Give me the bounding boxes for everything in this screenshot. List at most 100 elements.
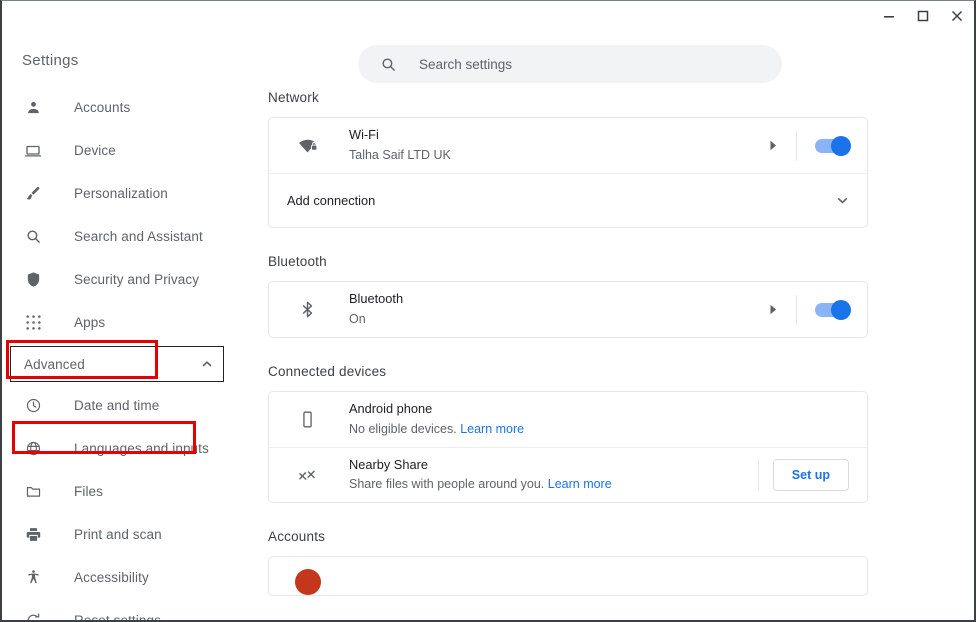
avatar [295,569,321,595]
search-input[interactable] [419,56,749,72]
search-container [358,45,782,83]
sidebar-item-label: Print and scan [74,527,162,542]
sidebar-item-reset-settings[interactable]: Reset settings [2,599,252,622]
sidebar-advanced-label: Advanced [24,356,85,372]
android-phone-status: No eligible devices. [349,421,457,436]
bluetooth-card: Bluetooth On [268,281,868,338]
sidebar-item-label: Languages and inputs [74,441,209,456]
sidebar-item-accessibility[interactable]: Accessibility [2,556,252,599]
sidebar-item-languages-and-inputs[interactable]: Languages and inputs [2,427,252,470]
sidebar-item-label: Accessibility [74,570,149,585]
globe-icon [22,438,44,460]
laptop-icon [22,140,44,162]
sidebar-item-label: Device [74,143,116,158]
chevron-up-icon [201,358,213,370]
person-icon [22,97,44,119]
bluetooth-icon [295,300,319,319]
section-connected-devices: Connected devices Android phone No eligi… [252,364,974,503]
sidebar-item-label: Search and Assistant [74,229,203,244]
nearby-share-subtitle: Share files with people around you. Lear… [349,475,746,494]
brush-icon [22,183,44,205]
nearby-share-title: Nearby Share [349,456,428,472]
android-phone-title: Android phone [349,401,433,417]
sidebar-item-security-and-privacy[interactable]: Security and Privacy [2,258,252,301]
accounts-card [268,556,868,596]
chevron-right-icon[interactable] [769,140,778,151]
add-connection-label: Add connection [287,193,376,208]
sidebar-item-date-and-time[interactable]: Date and time [2,384,252,427]
sidebar-item-accounts[interactable]: Accounts [2,86,252,129]
section-bluetooth: Bluetooth Bluetooth On [252,254,974,338]
reset-icon [22,610,44,620]
account-row[interactable] [269,557,867,595]
add-connection-row[interactable]: Add connection [269,173,867,227]
sidebar-item-label: Files [74,484,104,499]
bluetooth-row[interactable]: Bluetooth On [269,282,867,337]
window-controls [872,1,974,30]
sidebar-item-label: Apps [74,315,106,330]
wifi-toggle[interactable] [815,135,851,156]
settings-sections: Network Wi-Fi Talha Saif LTD UK Add conn… [252,90,974,620]
android-phone-subtitle: No eligible devices. Learn more [349,420,849,439]
bluetooth-title: Bluetooth [349,291,404,307]
sidebar-item-label: Reset settings [74,613,161,622]
maximize-button[interactable] [906,1,940,30]
sidebar-item-label: Security and Privacy [74,272,200,287]
section-network: Network Wi-Fi Talha Saif LTD UK Add conn… [252,90,974,228]
sidebar-item-files[interactable]: Files [2,470,252,513]
toggle-knob [831,299,851,320]
wifi-subtitle: Talha Saif LTD UK [349,147,451,162]
sidebar-nav: Accounts Device Personalization Search a… [2,86,252,622]
sidebar-item-personalization[interactable]: Personalization [2,172,252,215]
section-title: Connected devices [268,364,387,379]
chevron-down-icon[interactable] [836,194,849,207]
wifi-title: Wi-Fi [349,127,379,143]
minimize-button[interactable] [872,1,906,30]
folder-icon [22,481,44,503]
android-phone-row[interactable]: Android phone No eligible devices. Learn… [269,392,867,447]
sidebar: Settings Accounts Device Personalization [2,30,252,620]
sidebar-item-advanced[interactable]: Advanced [10,346,224,382]
wifi-locked-icon [295,135,319,156]
sidebar-item-label: Accounts [74,100,131,115]
learn-more-link[interactable]: Learn more [460,422,524,436]
nearby-share-row[interactable]: Nearby Share Share files with people aro… [269,447,867,502]
page-title: Settings [22,52,79,69]
clock-icon [22,395,44,417]
connected-devices-card: Android phone No eligible devices. Learn… [268,391,868,503]
network-card: Wi-Fi Talha Saif LTD UK Add connection [268,117,868,228]
sidebar-item-label: Personalization [74,186,168,201]
close-button[interactable] [940,1,974,30]
accessibility-icon [22,567,44,589]
printer-icon [22,524,44,546]
divider [796,130,797,161]
search-bar[interactable] [358,45,782,83]
divider [757,460,759,490]
wifi-text: Wi-Fi Talha Saif LTD UK [349,126,769,164]
learn-more-link[interactable]: Learn more [548,477,612,491]
sidebar-item-search-and-assistant[interactable]: Search and Assistant [2,215,252,258]
divider [796,294,797,325]
chevron-right-icon[interactable] [769,304,778,315]
search-icon [380,56,397,73]
search-icon [22,226,44,248]
sidebar-item-device[interactable]: Device [2,129,252,172]
nearby-share-description: Share files with people around you. [349,477,545,492]
sidebar-item-apps[interactable]: Apps [2,301,252,344]
window-titlebar [2,1,974,30]
sidebar-item-label: Date and time [74,398,160,413]
android-phone-text: Android phone No eligible devices. Learn… [349,400,849,438]
set-up-button[interactable]: Set up [772,459,849,491]
main-content: Network Wi-Fi Talha Saif LTD UK [252,30,974,620]
bluetooth-subtitle: On [349,311,366,326]
section-title: Bluetooth [268,254,327,269]
wifi-row[interactable]: Wi-Fi Talha Saif LTD UK [269,118,867,173]
section-title: Network [268,90,319,105]
sidebar-item-print-and-scan[interactable]: Print and scan [2,513,252,556]
bluetooth-toggle[interactable] [815,299,851,320]
phone-icon [295,410,319,429]
bluetooth-text: Bluetooth On [349,290,769,328]
shield-icon [22,269,44,291]
section-accounts: Accounts [252,529,974,596]
toggle-knob [831,135,851,156]
